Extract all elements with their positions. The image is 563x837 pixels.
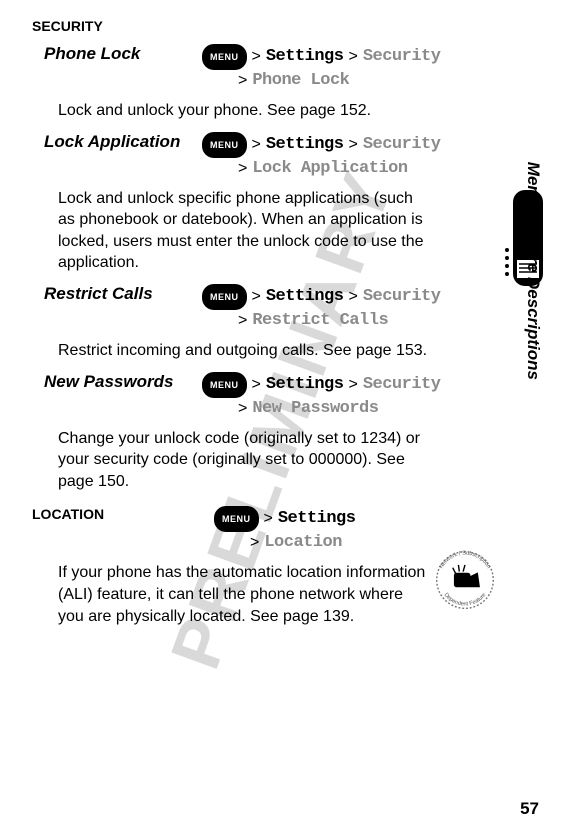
breadcrumb-sep: > (348, 286, 357, 308)
feature-name-lock-application: Lock Application (32, 132, 192, 152)
menu-button-icon: MENU (202, 132, 247, 158)
breadcrumb-sep: > (252, 134, 261, 156)
path-security: Security (363, 46, 441, 68)
breadcrumb-sep: > (348, 46, 357, 68)
menu-button-icon: MENU (202, 284, 247, 310)
feature-lock-application: Lock Application MENU > Settings > Secur… (32, 132, 462, 274)
desc-lock-application: Lock and unlock specific phone applicati… (32, 188, 432, 274)
page-number: 57 (520, 799, 539, 819)
feature-name-new-passwords: New Passwords (32, 372, 192, 392)
breadcrumb-sep: > (252, 374, 261, 396)
path-settings: Settings (278, 508, 356, 530)
feature-new-passwords: New Passwords MENU > Settings > Security… (32, 372, 462, 493)
main-content: SECURITY Phone Lock MENU > Settings > Se… (32, 18, 462, 627)
path-location: Location (264, 532, 342, 554)
path-settings: Settings (266, 374, 344, 396)
path-settings: Settings (266, 46, 344, 68)
security-heading: SECURITY (32, 18, 462, 34)
path-security: Security (363, 374, 441, 396)
location-section: LOCATION MENU > Settings > Location (32, 506, 462, 554)
breadcrumb-sep: > (238, 158, 247, 180)
breadcrumb-sep: > (264, 508, 273, 530)
path-new-passwords: New Passwords (252, 398, 378, 420)
desc-new-passwords: Change your unlock code (originally set … (32, 428, 432, 493)
path-lock-application: Lock Application (252, 158, 407, 180)
path-settings: Settings (266, 134, 344, 156)
path-restrict-calls: Restrict Calls (252, 310, 388, 332)
menu-button-icon: MENU (202, 44, 247, 70)
menu-button-icon: MENU (202, 372, 247, 398)
location-heading: LOCATION (32, 506, 204, 522)
desc-phone-lock: Lock and unlock your phone. See page 152… (32, 100, 432, 122)
path-settings: Settings (266, 286, 344, 308)
breadcrumb-sep: > (252, 46, 261, 68)
feature-restrict-calls: Restrict Calls MENU > Settings > Securit… (32, 284, 462, 362)
breadcrumb-sep: > (238, 398, 247, 420)
breadcrumb-sep: > (348, 374, 357, 396)
breadcrumb-sep: > (348, 134, 357, 156)
breadcrumb-sep: > (238, 310, 247, 332)
side-tab-label: Menu Feature Descriptions (523, 162, 543, 380)
path-security: Security (363, 286, 441, 308)
breadcrumb-sep: > (250, 532, 259, 554)
path-security: Security (363, 134, 441, 156)
menu-button-icon: MENU (214, 506, 259, 532)
feature-phone-lock: Phone Lock MENU > Settings > Security > … (32, 44, 462, 122)
feature-name-phone-lock: Phone Lock (32, 44, 192, 64)
feature-name-restrict-calls: Restrict Calls (32, 284, 192, 304)
desc-location: If your phone has the automatic location… (32, 562, 432, 627)
breadcrumb-sep: > (238, 70, 247, 92)
desc-restrict-calls: Restrict incoming and outgoing calls. Se… (32, 340, 432, 362)
path-phone-lock: Phone Lock (252, 70, 349, 92)
breadcrumb-sep: > (252, 286, 261, 308)
